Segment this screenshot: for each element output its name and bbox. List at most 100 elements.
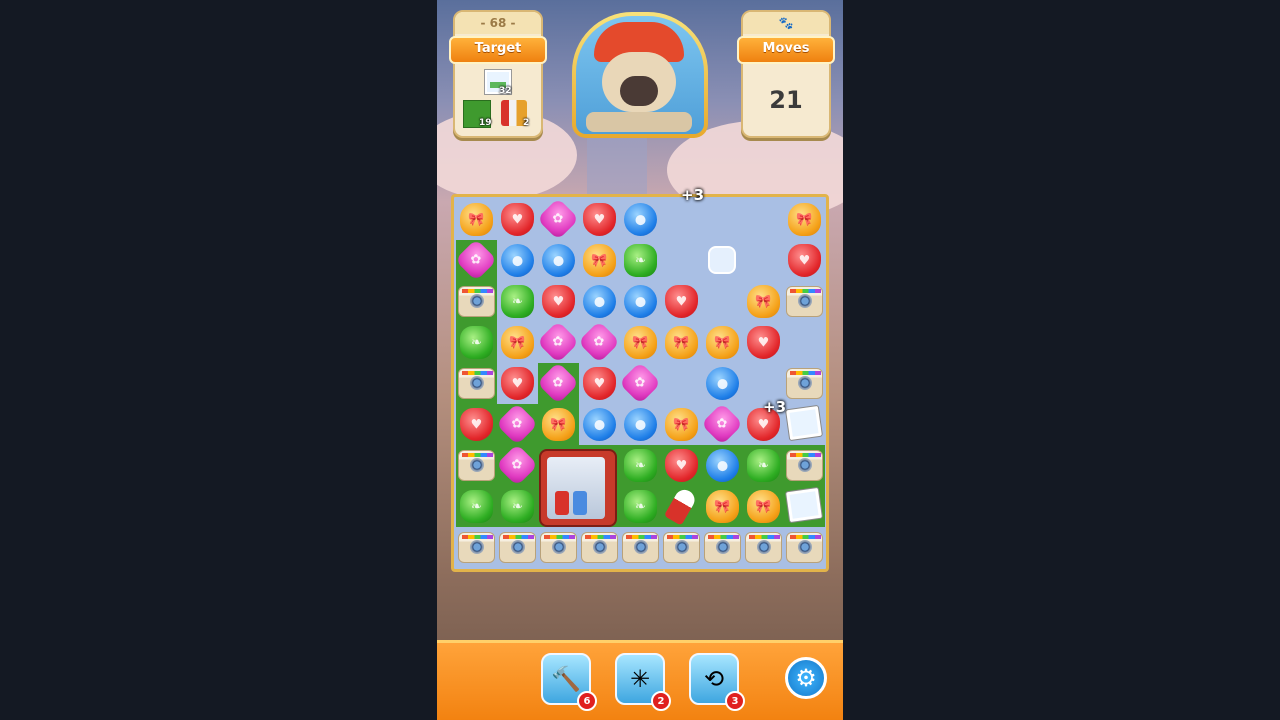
board-cell[interactable]: ❧ [456,322,497,363]
camera-blocker[interactable] [622,532,659,563]
camera-blocker[interactable] [786,450,823,481]
photo-collectible[interactable] [786,487,822,523]
board-cell[interactable]: ♥ [661,445,702,486]
pink-piece[interactable]: ✿ [536,361,580,405]
red-piece[interactable]: ♥ [583,203,616,236]
board-cell[interactable]: ❧ [620,486,661,527]
board-cell[interactable]: ❧ [456,486,497,527]
orange-piece[interactable]: 🎀 [747,285,780,318]
camera-blocker[interactable] [786,532,823,563]
blue-piece[interactable]: ● [706,367,739,400]
green-piece[interactable]: ❧ [747,449,780,482]
blue-piece[interactable]: ● [624,408,657,441]
board-cell[interactable]: 🎀 [620,322,661,363]
settings-button[interactable]: ⚙ [785,657,827,699]
camera-blocker[interactable] [458,532,495,563]
board-cell[interactable] [702,281,743,322]
blue-piece[interactable]: ● [624,285,657,318]
pink-piece[interactable]: ✿ [454,238,498,282]
green-piece[interactable]: ❧ [460,326,493,359]
board-cell[interactable] [784,404,825,445]
board-cell[interactable] [784,322,825,363]
board-cell[interactable]: ✿ [536,197,580,241]
blue-piece[interactable]: ● [624,203,657,236]
board-cell[interactable] [661,240,702,281]
orange-piece[interactable]: 🎀 [624,326,657,359]
camera-blocker[interactable] [458,450,495,481]
pink-piece[interactable]: ✿ [536,197,580,241]
orange-piece[interactable]: 🎀 [665,326,698,359]
red-piece[interactable]: ♥ [747,326,780,359]
board-cell[interactable]: ♥ [743,322,784,363]
blue-piece[interactable]: ● [542,244,575,277]
board-cell[interactable]: 🎀 [497,322,538,363]
board-cell[interactable] [456,281,497,322]
board-cell[interactable] [784,363,825,404]
board-cell[interactable]: ● [620,281,661,322]
board-cell[interactable]: ● [579,281,620,322]
board-cell[interactable] [743,527,784,568]
swap-booster-button[interactable]: ⟲ 3 [689,653,745,711]
board-cell[interactable] [743,199,784,240]
board-cell[interactable]: ✿ [618,361,662,405]
red-piece[interactable]: ♥ [542,285,575,318]
board-cell[interactable]: ✿ [495,402,539,446]
pink-piece[interactable]: ✿ [495,402,539,446]
board-cell[interactable]: 🎀 [743,486,784,527]
board-cell[interactable]: ❧ [497,281,538,322]
pink-piece[interactable]: ✿ [495,443,539,487]
blue-piece[interactable]: ● [583,285,616,318]
board-cell[interactable] [620,527,661,568]
board-cell[interactable] [497,527,538,568]
red-piece[interactable]: ♥ [665,285,698,318]
board-cell[interactable]: ♥ [538,281,579,322]
board-cell[interactable]: 🎀 [661,322,702,363]
orange-piece[interactable]: 🎀 [583,244,616,277]
red-piece[interactable]: ♥ [665,449,698,482]
camera-blocker[interactable] [786,368,823,399]
orange-piece[interactable]: 🎀 [542,408,575,441]
board-cell[interactable]: ✿ [536,320,580,364]
board-cell[interactable] [784,445,825,486]
board-cell[interactable] [579,527,620,568]
camera-blocker[interactable] [540,532,577,563]
board-cell[interactable]: 🎀 [456,199,497,240]
board-cell[interactable]: ♥ [579,199,620,240]
pinwheel-booster-button[interactable]: ✳ 2 [615,653,671,711]
board-cell[interactable] [661,199,702,240]
board-cell[interactable] [456,363,497,404]
board-cell[interactable]: ❧ [743,445,784,486]
board-cell[interactable]: 🎀 [743,281,784,322]
board-cell[interactable]: ● [497,240,538,281]
pink-piece[interactable]: ✿ [577,320,621,364]
board-cell[interactable] [661,527,702,568]
board-cell[interactable] [702,527,743,568]
hammer-booster-button[interactable]: 🔨 6 [541,653,597,711]
orange-piece[interactable]: 🎀 [706,326,739,359]
green-piece[interactable]: ❧ [624,449,657,482]
board-cell[interactable]: ♥ [497,363,538,404]
pink-piece[interactable]: ✿ [618,361,662,405]
red-piece[interactable]: ♥ [788,244,821,277]
pink-piece[interactable]: ✿ [536,320,580,364]
red-piece[interactable]: ♥ [501,203,534,236]
green-piece[interactable]: ❧ [460,490,493,523]
green-piece[interactable]: ❧ [501,285,534,318]
board-cell[interactable] [784,486,825,527]
board-cell[interactable]: ✿ [700,402,744,446]
camera-blocker[interactable] [458,286,495,317]
board-cell[interactable] [661,363,702,404]
board-cell[interactable] [456,445,497,486]
board-cell[interactable]: 🎀 [661,404,702,445]
green-piece[interactable]: ❧ [501,490,534,523]
board-cell[interactable]: ✿ [454,238,498,282]
board-cell[interactable]: ❧ [620,445,661,486]
orange-piece[interactable]: 🎀 [501,326,534,359]
blue-piece[interactable]: ● [706,449,739,482]
red-piece[interactable]: ♥ [583,367,616,400]
board-cell[interactable] [538,527,579,568]
board-cell[interactable]: ♥ [661,281,702,322]
orange-piece[interactable]: 🎀 [747,490,780,523]
red-piece[interactable]: ♥ [501,367,534,400]
camera-blocker[interactable] [499,532,536,563]
